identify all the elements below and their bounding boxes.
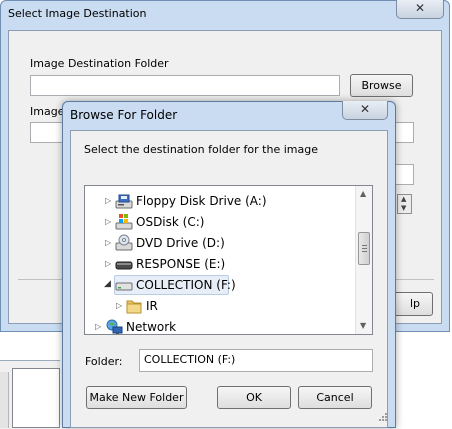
tree-item-label: OSDisk (C:)	[136, 215, 205, 229]
drive-icon	[115, 282, 133, 291]
browse-close-button[interactable]: ✕	[342, 101, 388, 120]
folder-tree[interactable]: ▷ Floppy Disk Drive (A:) ▷ OSDisk (C:) ▷…	[84, 185, 373, 335]
second-input-visible-part[interactable]	[30, 122, 64, 143]
image-second-label: Image	[30, 105, 65, 118]
tree-item-label: Floppy Disk Drive (A:)	[136, 194, 267, 208]
browse-button[interactable]: Browse	[350, 74, 413, 97]
outer-close-button[interactable]: ✕	[396, 0, 444, 19]
floppy-drive-icon	[115, 194, 133, 209]
tree-item-network[interactable]: ▷ Network	[85, 317, 355, 334]
image-destination-folder-input[interactable]	[30, 75, 340, 96]
tree-item-osdisk[interactable]: ▷ OSDisk (C:)	[85, 212, 355, 233]
number-spinner[interactable]: ▲ ▼	[397, 194, 412, 214]
tree-item-collection[interactable]: ◢ COLLECTION (F:)	[85, 275, 355, 296]
tree-item-floppy[interactable]: ▷ Floppy Disk Drive (A:)	[85, 191, 355, 212]
scroll-down-icon[interactable]: ▼	[360, 321, 366, 330]
background-window-panel	[12, 368, 60, 428]
scroll-thumb[interactable]	[358, 232, 370, 265]
tree-item-label: COLLECTION (F:)	[136, 278, 236, 292]
browse-instruction: Select the destination folder for the im…	[84, 143, 318, 156]
cancel-button[interactable]: Cancel	[298, 386, 372, 409]
outer-window-title: Select Image Destination	[8, 7, 147, 20]
outer-divider-right	[396, 279, 434, 280]
tree-item-label: DVD Drive (D:)	[136, 236, 225, 250]
background-window-strip	[0, 372, 9, 428]
browse-window-title: Browse For Folder	[70, 108, 178, 122]
expand-arrow-icon[interactable]: ▷	[105, 217, 111, 226]
tree-item-response[interactable]: ▷ RESPONSE (E:)	[85, 254, 355, 275]
second-input-right-part[interactable]	[396, 122, 414, 143]
windows-disk-icon	[115, 214, 133, 230]
tree-item-label: Network	[126, 320, 177, 334]
tree-item-label: IR	[146, 299, 158, 313]
expand-arrow-icon[interactable]: ▷	[105, 196, 111, 205]
tree-item-label: RESPONSE (E:)	[136, 257, 226, 271]
tree-item-dvd[interactable]: ▷ DVD Drive (D:)	[85, 233, 355, 254]
network-icon	[106, 319, 123, 334]
folder-icon	[126, 300, 142, 314]
expand-arrow-icon[interactable]: ▷	[105, 259, 111, 268]
outer-divider	[18, 279, 62, 280]
dvd-drive-icon	[115, 234, 133, 251]
tree-item-ir[interactable]: ▷ IR	[85, 296, 355, 317]
third-input-right-part[interactable]	[396, 164, 414, 185]
expand-arrow-icon[interactable]: ▷	[105, 238, 111, 247]
spinner-down-icon[interactable]: ▼	[401, 204, 406, 212]
resize-grip-icon[interactable]	[376, 412, 388, 424]
make-new-folder-button[interactable]: Make New Folder	[86, 386, 187, 409]
folder-label: Folder:	[85, 355, 123, 368]
expand-arrow-icon[interactable]: ▷	[95, 322, 101, 331]
expand-arrow-icon[interactable]: ▷	[116, 301, 122, 310]
folder-input[interactable]: COLLECTION (F:)	[139, 349, 373, 372]
ok-button[interactable]: OK	[217, 386, 291, 409]
spinner-up-icon[interactable]: ▲	[401, 195, 406, 203]
scroll-up-icon[interactable]: ▲	[360, 189, 366, 198]
removable-drive-icon	[115, 261, 133, 270]
image-destination-folder-label: Image Destination Folder	[30, 57, 169, 70]
collapse-arrow-icon[interactable]: ◢	[104, 279, 111, 289]
tree-vertical-scrollbar[interactable]: ▲ ▼	[355, 186, 372, 334]
